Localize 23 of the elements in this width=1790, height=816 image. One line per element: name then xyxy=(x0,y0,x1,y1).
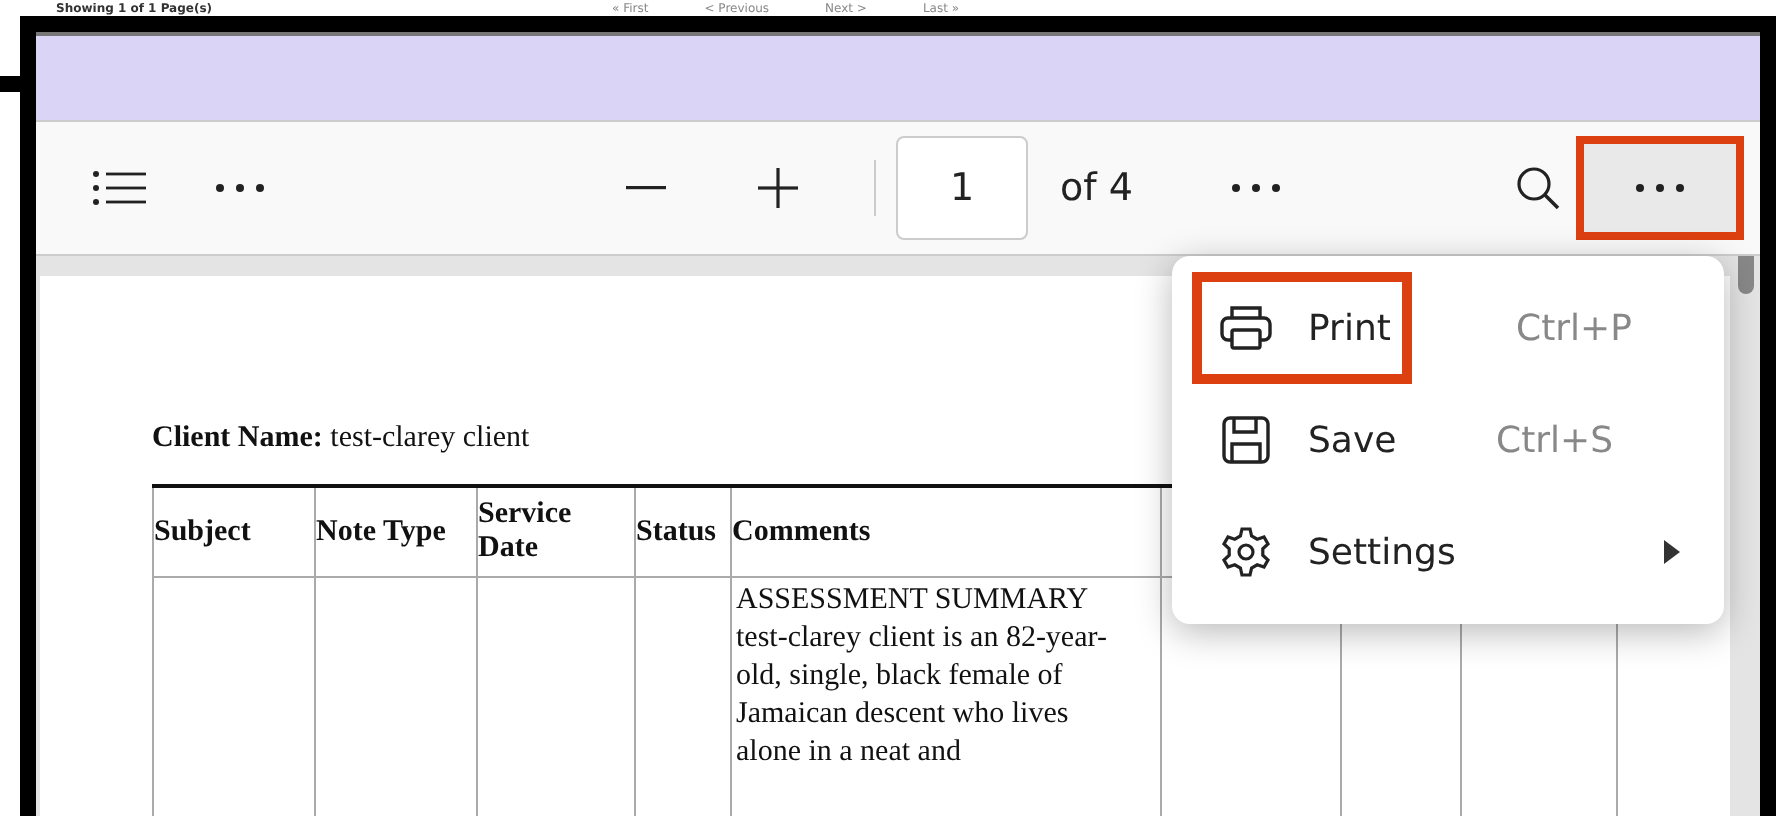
ellipsis-icon xyxy=(216,184,264,192)
minus-icon xyxy=(626,186,666,190)
ellipsis-icon xyxy=(1232,184,1281,192)
column-header: Status xyxy=(635,486,731,577)
column-header: Comments xyxy=(731,486,1161,577)
table-cell: ASSESSMENT SUMMARY test-clarey client is an 82-year-old, single, black female of Jamaican descent who lives alone in a neat and xyxy=(731,577,1161,816)
page-number-field[interactable]: 1 xyxy=(896,136,1028,240)
printer-icon xyxy=(1220,304,1272,352)
list-icon xyxy=(92,170,148,206)
settings-icon xyxy=(1220,526,1272,578)
menu-item[interactable]: Save Ctrl+S xyxy=(1172,384,1724,496)
ellipsis-icon xyxy=(1636,184,1684,192)
column-header: Service Date xyxy=(477,486,635,577)
column-header: Subject xyxy=(153,486,315,577)
column-header: Note Type xyxy=(315,486,477,577)
search-icon xyxy=(1516,166,1560,210)
shortcut-text: Ctrl+S xyxy=(1496,419,1614,461)
plus-icon xyxy=(758,168,798,208)
shortcut-text: Ctrl+P xyxy=(1516,307,1632,349)
menu-item[interactable]: Settings xyxy=(1172,496,1724,608)
settings-and-more-button[interactable] xyxy=(1576,136,1744,240)
page-count-text: of 4 xyxy=(1060,166,1133,210)
client-name-text: Client Name: test-clarey client xyxy=(152,422,530,456)
